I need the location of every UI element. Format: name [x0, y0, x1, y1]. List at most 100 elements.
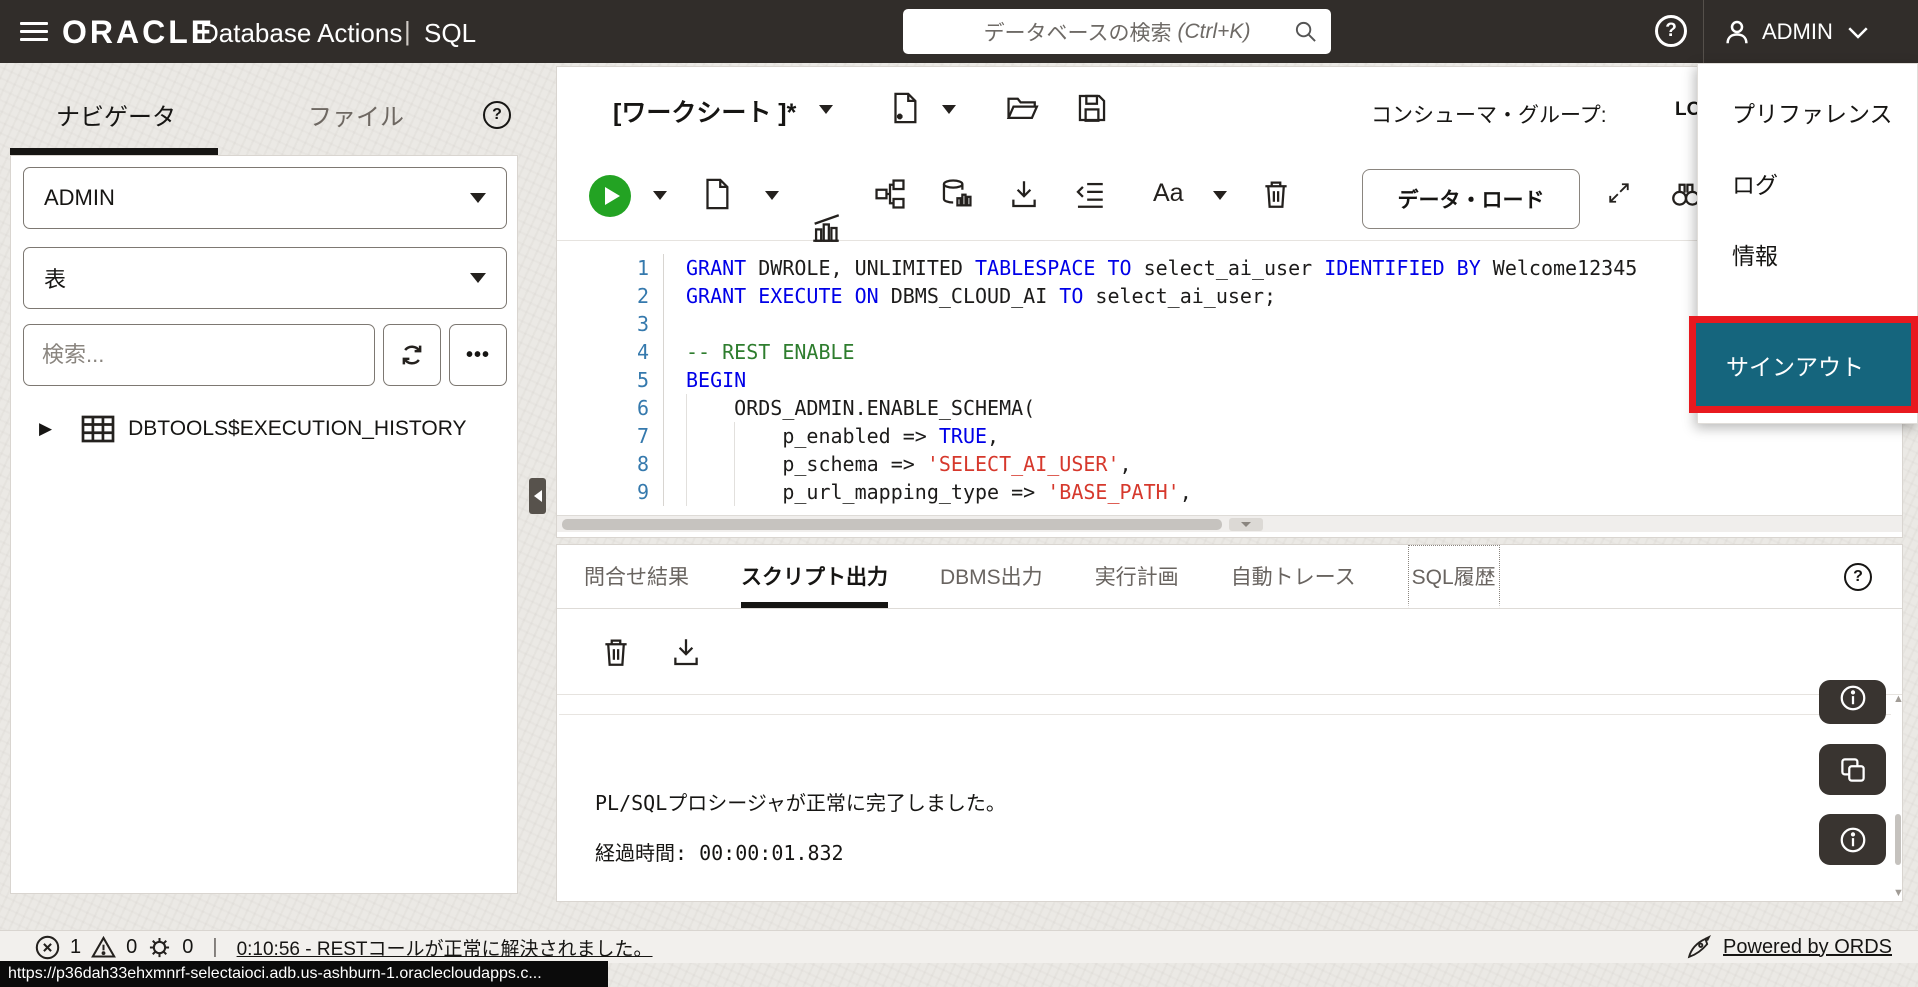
worksheet-title-caret-icon[interactable]: [819, 105, 833, 114]
tree-item-label: DBTOOLS$EXECUTION_HISTORY: [128, 417, 466, 441]
tab-files[interactable]: ファイル: [308, 97, 404, 132]
object-type-select[interactable]: 表: [23, 247, 507, 309]
menu-item-about[interactable]: 情報: [1698, 218, 1917, 289]
tab-explain-plan[interactable]: 実行計画: [1095, 545, 1179, 608]
scrollbar-thumb[interactable]: [562, 519, 1222, 530]
results-tabs: 問合せ結果 スクリプト出力 DBMS出力 実行計画 自動トレース SQL履歴: [557, 545, 1902, 609]
consumer-group-label: コンシューマ・グループ:: [1371, 99, 1607, 129]
download-icon: [669, 635, 703, 669]
title-separator: |: [404, 16, 411, 47]
download-button[interactable]: [1007, 177, 1041, 211]
navigator-panel: ADMIN 表 ••• ▶ DBTOOLS$EXECUTION_HISTORY: [10, 155, 518, 894]
clear-output-button[interactable]: [599, 635, 633, 669]
info-icon: [1838, 683, 1868, 713]
code-line: 8 p_schema => 'SELECT_AI_USER',: [557, 450, 1902, 478]
trash-icon: [599, 635, 633, 669]
scroll-down-arrow-icon[interactable]: ▼: [1893, 887, 1904, 899]
header-divider: [1703, 0, 1704, 63]
powered-by-ords-link[interactable]: Powered by ORDS: [1723, 936, 1892, 959]
download-icon: [1007, 177, 1041, 211]
download-output-button[interactable]: [669, 635, 703, 669]
results-vertical-scrollbar[interactable]: ▲ ▼: [1894, 695, 1902, 901]
sql-history-button[interactable]: [939, 177, 973, 211]
top-header: ORACLE Database Actions | SQL データベースの検索 …: [0, 0, 1918, 63]
format-button[interactable]: [1073, 177, 1107, 211]
new-worksheet-caret-icon[interactable]: [942, 105, 956, 114]
database-history-icon: [939, 177, 973, 211]
text-size-label: Aa: [1153, 179, 1184, 208]
data-load-button[interactable]: データ・ロード: [1362, 169, 1580, 229]
new-file-icon: [887, 91, 921, 125]
status-separator: |: [212, 936, 217, 959]
schema-select[interactable]: ADMIN: [23, 167, 507, 229]
object-search-input[interactable]: [23, 324, 375, 386]
tab-navigator[interactable]: ナビゲータ: [56, 97, 176, 132]
tab-script-output[interactable]: スクリプト出力: [741, 545, 888, 608]
status-message-link[interactable]: 0:10:56 - RESTコールが正常に解決されました。: [237, 934, 653, 961]
tab-autotrace[interactable]: 自動トレース: [1231, 545, 1356, 608]
copy-icon: [1838, 755, 1868, 785]
copy-output-button[interactable]: [1819, 744, 1886, 795]
help-icon[interactable]: ?: [1655, 15, 1687, 47]
sidebar-help-icon[interactable]: ?: [483, 101, 511, 129]
select-caret-icon: [470, 273, 486, 283]
tree-expand-arrow-icon[interactable]: ▶: [39, 419, 52, 439]
refresh-button[interactable]: [383, 324, 441, 386]
editor-horizontal-scrollbar[interactable]: [557, 515, 1902, 532]
autotrace-button[interactable]: [873, 177, 907, 211]
run-script-caret-icon[interactable]: [765, 191, 779, 200]
sidebar-splitter[interactable]: [527, 63, 545, 930]
powered-by: Powered by ORDS: [1685, 933, 1892, 961]
format-icon: [1073, 177, 1107, 211]
search-placeholder: データベースの検索: [984, 17, 1172, 47]
hamburger-menu-icon[interactable]: [20, 17, 48, 45]
user-icon: [1722, 17, 1752, 47]
autotrace-icon: [873, 177, 907, 211]
results-panel: 問合せ結果 スクリプト出力 DBMS出力 実行計画 自動トレース SQL履歴 ?…: [556, 544, 1903, 902]
clear-worksheet-button[interactable]: [1259, 177, 1293, 211]
sign-out-label: サインアウト: [1696, 348, 1864, 382]
run-statement-button[interactable]: [589, 175, 631, 217]
tree-item-dbtools-execution-history[interactable]: ▶ DBTOOLS$EXECUTION_HISTORY: [11, 406, 517, 452]
code-line: 7 p_enabled => TRUE,: [557, 422, 1902, 450]
tab-dbms-output[interactable]: DBMS出力: [940, 545, 1043, 608]
expand-editor-button[interactable]: [1605, 179, 1633, 207]
warning-count: 0: [126, 936, 137, 959]
table-icon: [80, 414, 116, 444]
output-info-button[interactable]: [1819, 814, 1886, 865]
error-circle-icon[interactable]: [34, 934, 61, 961]
scroll-up-arrow-icon[interactable]: ▲: [1893, 693, 1904, 705]
oracle-logo: ORACLE: [62, 14, 215, 51]
splitter-collapse-handle[interactable]: [529, 478, 546, 514]
panel-collapse-handle[interactable]: [1229, 518, 1263, 531]
results-help-icon[interactable]: ?: [1844, 563, 1872, 591]
worksheet-title[interactable]: [ワークシート ]*: [613, 93, 796, 129]
scrollbar-thumb[interactable]: [1895, 814, 1901, 865]
warning-triangle-icon[interactable]: [90, 934, 117, 961]
chevron-down-icon: [1843, 17, 1873, 47]
output-elapsed-time: 経過時間: 00:00:01.832: [595, 837, 844, 866]
indent-guide: [686, 394, 687, 506]
text-size-caret-icon[interactable]: [1213, 191, 1227, 200]
menu-item-preferences[interactable]: プリファレンス: [1698, 76, 1917, 147]
menu-item-log[interactable]: ログ: [1698, 147, 1917, 218]
save-button[interactable]: [1075, 91, 1109, 125]
text-size-button[interactable]: Aa: [1153, 179, 1184, 208]
open-file-button[interactable]: [1005, 91, 1039, 125]
rocket-icon: [1685, 933, 1713, 961]
row-info-button[interactable]: [1819, 680, 1886, 724]
output-divider: [559, 714, 1891, 715]
object-type-value: 表: [44, 262, 66, 294]
script-file-icon: [699, 177, 733, 211]
status-counters: 1 0 0 | 0:10:56 - RESTコールが正常に解決されました。: [0, 934, 653, 961]
more-actions-button[interactable]: •••: [449, 324, 507, 386]
user-menu-button[interactable]: ADMIN: [1722, 0, 1873, 63]
tab-sql-history[interactable]: SQL履歴: [1408, 545, 1500, 608]
database-search-input[interactable]: データベースの検索 (Ctrl+K): [903, 9, 1331, 54]
run-dropdown-caret-icon[interactable]: [653, 191, 667, 200]
gear-icon[interactable]: [146, 934, 173, 961]
tab-query-result[interactable]: 問合せ結果: [584, 545, 689, 608]
results-toolbar: [557, 609, 1902, 695]
sign-out-button-highlighted[interactable]: サインアウト: [1689, 316, 1918, 413]
search-icon: [1294, 20, 1317, 43]
